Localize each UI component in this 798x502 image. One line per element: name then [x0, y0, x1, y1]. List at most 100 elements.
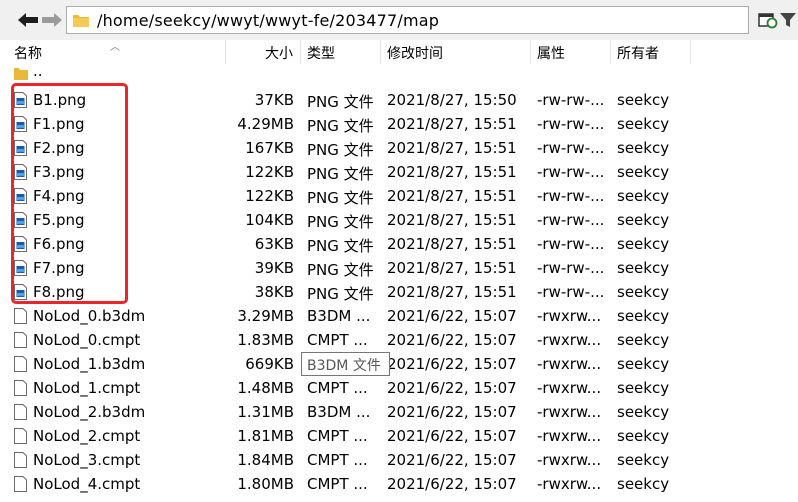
file-owner: seekcy [617, 475, 670, 493]
file-attributes: -rwxrw... [537, 451, 602, 469]
table-row[interactable]: NoLod_1.cmpt 1.48MB CMPT ... 2021/6/22, … [0, 376, 798, 400]
file-type: PNG 文件 [307, 165, 374, 183]
file-size: 39KB [254, 259, 294, 277]
file-attributes: -rwxrw... [537, 331, 602, 349]
column-divider[interactable] [225, 40, 226, 64]
table-row[interactable]: NoLod_1.b3dm 669KB 2021/6/22, 15:07 -rwx… [0, 352, 798, 376]
forward-arrow-icon[interactable] [40, 8, 64, 32]
column-name-header[interactable]: 名称 [14, 43, 42, 63]
file-name: NoLod_0.b3dm [33, 307, 146, 325]
file-size: 1.48MB [237, 379, 294, 397]
file-size: 669KB [245, 355, 294, 373]
blank-file-icon [14, 404, 27, 420]
file-owner: seekcy [617, 139, 670, 157]
path-input[interactable]: /home/seekcy/wwyt/wwyt-fe/203477/map [66, 6, 749, 34]
column-header: ︿ 名称 大小 类型 修改时间 属性 所有者 [0, 40, 798, 64]
back-arrow-icon[interactable] [16, 8, 40, 32]
file-size: 3.29MB [237, 307, 294, 325]
column-divider[interactable] [690, 40, 691, 64]
file-modified: 2021/8/27, 15:51 [387, 235, 517, 253]
file-size: 1.83MB [237, 331, 294, 349]
file-attributes: -rw-rw-... [537, 211, 605, 229]
file-modified: 2021/6/22, 15:07 [387, 427, 517, 445]
file-size: 37KB [254, 91, 294, 109]
file-modified: 2021/8/27, 15:51 [387, 139, 517, 157]
file-attributes: -rw-rw-... [537, 187, 605, 205]
refresh-icon[interactable] [756, 8, 780, 32]
file-size: 38KB [254, 283, 294, 301]
file-type: PNG 文件 [307, 189, 374, 207]
file-modified: 2021/8/27, 15:51 [387, 211, 517, 229]
file-type: CMPT ... [307, 451, 368, 469]
file-type: CMPT ... [307, 475, 368, 493]
blank-file-icon [14, 356, 27, 372]
file-attributes: -rw-rw-... [537, 115, 605, 133]
blank-file-icon [14, 476, 27, 492]
blank-file-icon [14, 332, 27, 348]
file-owner: seekcy [617, 259, 670, 277]
table-row[interactable]: NoLod_4.cmpt 1.80MB CMPT ... 2021/6/22, … [0, 472, 798, 496]
file-modified: 2021/8/27, 15:51 [387, 163, 517, 181]
column-type-header[interactable]: 类型 [307, 43, 335, 63]
file-type: PNG 文件 [307, 141, 374, 159]
table-row[interactable]: NoLod_2.cmpt 1.81MB CMPT ... 2021/6/22, … [0, 424, 798, 448]
blank-file-icon [14, 452, 27, 468]
file-size: 167KB [245, 139, 294, 157]
sort-ascending-icon: ︿ [110, 42, 120, 53]
column-owner-header[interactable]: 所有者 [617, 43, 659, 63]
column-divider[interactable] [610, 40, 611, 64]
file-owner: seekcy [617, 211, 670, 229]
file-attributes: -rw-rw-... [537, 283, 605, 301]
file-owner: seekcy [617, 163, 670, 181]
column-size-header[interactable]: 大小 [265, 43, 293, 63]
file-modified: 2021/6/22, 15:07 [387, 307, 517, 325]
file-owner: seekcy [617, 283, 670, 301]
column-modified-header[interactable]: 修改时间 [387, 43, 443, 63]
file-name: NoLod_1.b3dm [33, 355, 146, 373]
file-type: PNG 文件 [307, 285, 374, 303]
file-modified: 2021/8/27, 15:50 [387, 91, 517, 109]
file-owner: seekcy [617, 403, 670, 421]
filter-icon[interactable] [778, 8, 798, 32]
file-size: 1.80MB [237, 475, 294, 493]
file-attributes: -rwxrw... [537, 475, 602, 493]
file-type: CMPT ... [307, 427, 368, 445]
file-modified: 2021/6/22, 15:07 [387, 379, 517, 397]
file-owner: seekcy [617, 355, 670, 373]
file-type: PNG 文件 [307, 117, 374, 135]
file-modified: 2021/8/27, 15:51 [387, 187, 517, 205]
file-modified: 2021/6/22, 15:07 [387, 403, 517, 421]
file-modified: 2021/6/22, 15:07 [387, 331, 517, 349]
file-attributes: -rwxrw... [537, 403, 602, 421]
file-attributes: -rw-rw-... [537, 259, 605, 277]
file-name: NoLod_1.cmpt [33, 379, 141, 397]
file-size: 104KB [245, 211, 294, 229]
file-type: B3DM ... [307, 307, 371, 325]
table-row[interactable]: NoLod_2.b3dm 1.31MB B3DM ... 2021/6/22, … [0, 400, 798, 424]
blank-file-icon [14, 428, 27, 444]
file-size: 122KB [245, 187, 294, 205]
column-divider[interactable] [300, 40, 301, 64]
file-owner: seekcy [617, 331, 670, 349]
file-attributes: -rw-rw-... [537, 139, 605, 157]
file-type: PNG 文件 [307, 261, 374, 279]
column-divider[interactable] [530, 40, 531, 64]
file-attributes: -rw-rw-... [537, 163, 605, 181]
file-type: CMPT ... [307, 331, 368, 349]
file-owner: seekcy [617, 187, 670, 205]
file-attributes: -rw-rw-... [537, 235, 605, 253]
file-name: NoLod_0.cmpt [33, 331, 141, 349]
file-owner: seekcy [617, 91, 670, 109]
file-type-tooltip: B3DM 文件 [301, 352, 390, 376]
file-modified: 2021/8/27, 15:51 [387, 115, 517, 133]
file-type: CMPT ... [307, 379, 368, 397]
file-size: 1.31MB [237, 403, 294, 421]
file-attributes: -rwxrw... [537, 355, 602, 373]
file-name: NoLod_2.cmpt [33, 427, 141, 445]
table-row[interactable]: NoLod_3.cmpt 1.84MB CMPT ... 2021/6/22, … [0, 448, 798, 472]
table-row[interactable]: NoLod_0.cmpt 1.83MB CMPT ... 2021/6/22, … [0, 328, 798, 352]
column-divider[interactable] [380, 40, 381, 64]
table-row[interactable]: NoLod_0.b3dm 3.29MB B3DM ... 2021/6/22, … [0, 304, 798, 328]
file-owner: seekcy [617, 427, 670, 445]
column-attributes-header[interactable]: 属性 [537, 43, 565, 63]
